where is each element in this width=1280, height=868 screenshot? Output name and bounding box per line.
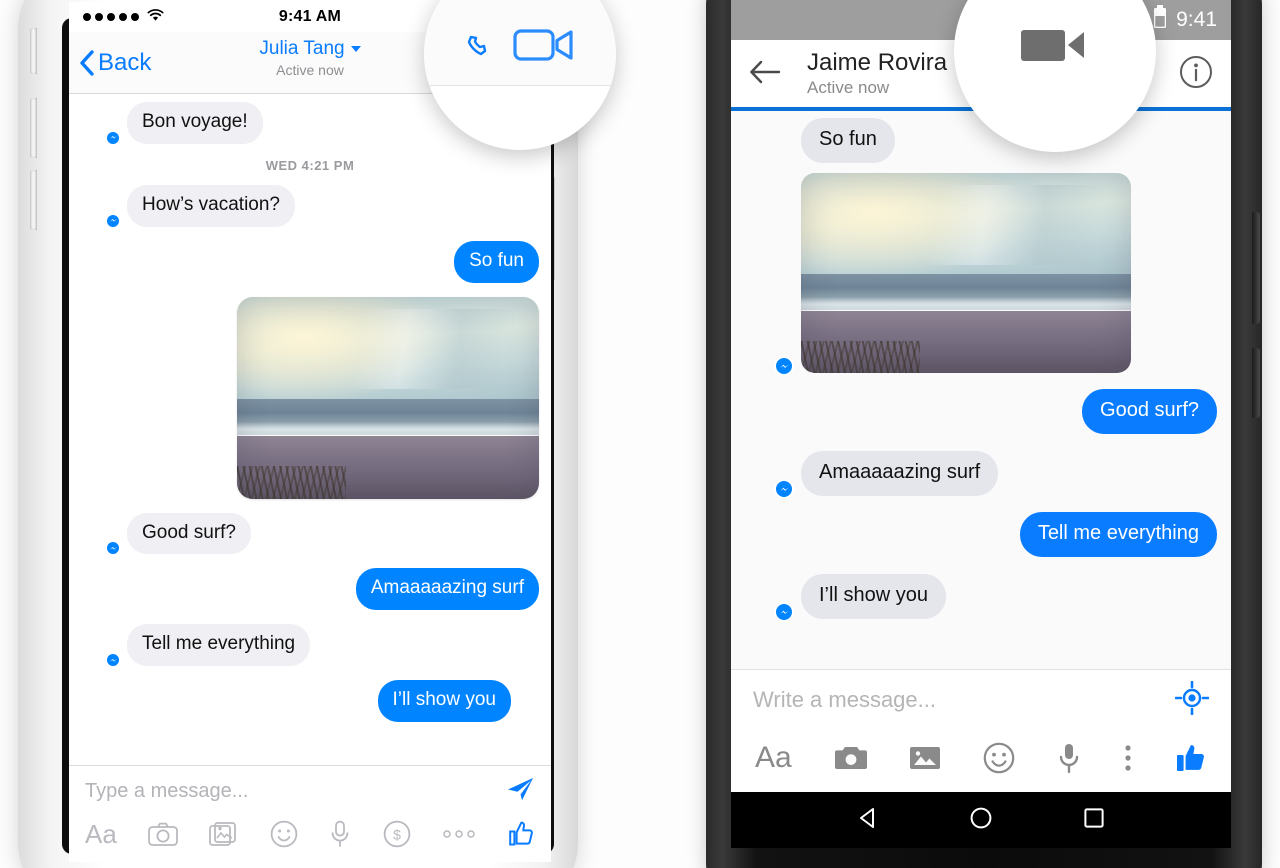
camera-icon[interactable] [148, 822, 178, 847]
svg-text:$: $ [393, 827, 401, 843]
screenshot-canvas: 9:41 AM Back Julia Tang Active now Bon v… [0, 0, 1280, 868]
android-power-button[interactable] [1252, 212, 1260, 324]
stickers-smiley-icon[interactable] [983, 742, 1015, 774]
message-bubble[interactable]: Amaaaaazing surf [801, 451, 999, 496]
iphone-volume-down-button[interactable] [30, 170, 37, 230]
android-message-thread[interactable]: So fun Good surf? Amaaaaazing surf Tell … [731, 108, 1231, 669]
ios-input-row[interactable]: Type a message... [69, 766, 551, 816]
back-label: Back [98, 48, 152, 76]
android-messenger-screen: 9:41 Jaime Rovira Active now So fun Good… [731, 0, 1231, 848]
messenger-badge-icon [774, 356, 794, 376]
payments-dollar-icon[interactable]: $ [383, 820, 411, 848]
beach-sunset-photo [237, 296, 539, 499]
message-bubble[interactable]: I’ll show you [377, 680, 511, 722]
avatar [81, 516, 121, 557]
camera-icon[interactable] [834, 744, 868, 772]
thumbs-up-icon[interactable] [507, 820, 535, 848]
photo-message[interactable] [801, 173, 1131, 373]
avatar [81, 189, 121, 229]
message-row: I’ll show you [745, 573, 1217, 622]
iphone-volume-up-button[interactable] [30, 98, 37, 158]
back-button[interactable]: Back [69, 49, 151, 77]
photos-icon[interactable] [209, 821, 239, 847]
message-bubble[interactable]: Tell me everything [1019, 512, 1217, 557]
iphone-mute-switch[interactable] [30, 28, 37, 74]
avatar [81, 628, 121, 669]
message-bubble[interactable]: Good surf? [1082, 389, 1217, 434]
magnified-icons [465, 24, 575, 71]
android-input-row[interactable]: Write a message... [731, 670, 1231, 730]
beach-sunset-photo [801, 173, 1131, 373]
ios-message-thread[interactable]: Bon voyage! WED 4:21 PM How’s vacation? … [69, 94, 551, 765]
read-receipt-avatar [517, 700, 539, 722]
timestamp-divider: WED 4:21 PM [265, 157, 355, 173]
gallery-image-icon[interactable] [909, 744, 941, 772]
video-camera-icon[interactable] [513, 24, 575, 71]
nav-home-icon[interactable] [968, 805, 994, 836]
message-row: Tell me everything [745, 512, 1217, 557]
nav-back-icon[interactable] [855, 805, 881, 836]
android-compose-bar: Write a message... Aa [731, 669, 1231, 792]
message-row: Good surf? [81, 512, 539, 557]
microphone-icon[interactable] [329, 820, 351, 848]
phone-call-icon[interactable] [465, 28, 499, 67]
messenger-badge-icon [105, 212, 121, 229]
more-options-icon[interactable] [442, 829, 476, 839]
stickers-smiley-icon[interactable] [270, 820, 298, 848]
avatar [745, 573, 794, 622]
avatar [745, 450, 794, 499]
message-bubble[interactable]: Bon voyage! [127, 102, 263, 144]
location-target-icon[interactable] [1174, 680, 1210, 720]
message-row: Amaaaaazing surf [745, 450, 1217, 499]
message-bubble[interactable]: Amaaaaazing surf [355, 568, 539, 611]
message-input[interactable]: Write a message... [753, 687, 1175, 713]
message-row: Amaaaaazing surf [81, 568, 539, 611]
message-bubble[interactable]: Tell me everything [127, 624, 311, 667]
messenger-badge-icon [105, 652, 121, 669]
chevron-left-icon [80, 49, 94, 76]
message-row: Good surf? [745, 389, 1217, 434]
message-row: How’s vacation? [81, 184, 539, 229]
photo-message[interactable] [237, 296, 539, 499]
avatar [81, 106, 121, 146]
contact-name-button[interactable]: Julia Tang [259, 38, 361, 60]
avatar [745, 327, 794, 376]
chevron-down-icon [350, 46, 361, 52]
android-navigation-bar [731, 792, 1231, 848]
thumbs-up-icon[interactable] [1175, 742, 1207, 774]
message-bubble[interactable]: So fun [454, 240, 539, 283]
text-format-icon[interactable]: Aa [85, 819, 117, 850]
message-input[interactable]: Type a message... [85, 780, 505, 803]
message-row [745, 173, 1217, 376]
contact-name: Julia Tang [259, 38, 345, 59]
text-format-icon[interactable]: Aa [755, 741, 792, 775]
messenger-badge-icon [774, 602, 794, 622]
message-bubble[interactable]: So fun [801, 118, 895, 163]
battery-icon [1152, 4, 1168, 36]
send-paper-plane-icon[interactable] [505, 775, 535, 808]
video-camera-icon[interactable] [1018, 21, 1092, 74]
nav-recents-icon[interactable] [1081, 805, 1107, 836]
ios-compose-bar: Type a message... Aa $ [69, 765, 551, 862]
ios-tool-row: Aa $ [69, 816, 551, 862]
android-clock: 9:41 [1176, 8, 1217, 31]
messenger-badge-icon [105, 129, 121, 146]
info-circle-icon[interactable] [1179, 55, 1213, 94]
android-volume-button[interactable] [1252, 348, 1260, 418]
messenger-badge-icon [774, 479, 794, 499]
message-row: I’ll show you [81, 680, 539, 722]
read-receipt-avatar [1195, 597, 1217, 619]
microphone-icon[interactable] [1057, 742, 1081, 774]
arrow-back-icon[interactable] [749, 59, 781, 90]
message-bubble[interactable]: Good surf? [127, 512, 251, 555]
android-tool-row: Aa [731, 730, 1231, 792]
message-bubble[interactable]: I’ll show you [801, 574, 946, 619]
message-row: Tell me everything [81, 624, 539, 669]
message-row: So fun [81, 240, 539, 283]
message-bubble[interactable]: How’s vacation? [127, 184, 296, 227]
overflow-menu-icon[interactable] [1123, 742, 1133, 774]
messenger-badge-icon [105, 540, 121, 557]
